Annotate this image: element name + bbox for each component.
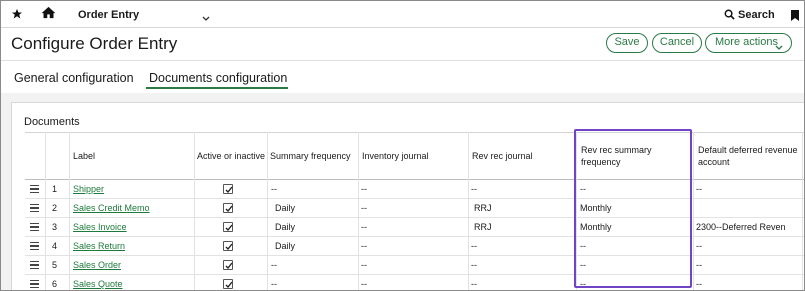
deferred-revenue-account-cell: --	[696, 241, 702, 251]
document-label[interactable]: Sales Credit Memo	[73, 203, 150, 213]
deferred-revenue-account-cell: --	[696, 279, 702, 289]
summary-frequency-cell: Daily	[275, 203, 296, 213]
documents-table: Label Active or inactive Summary frequen…	[25, 132, 804, 290]
drag-handle-icon[interactable]	[30, 223, 39, 233]
table-row: 3 Sales Invoice Daily -- RRJ Monthly 2300--Def…	[25, 218, 804, 237]
row-number: 6	[52, 279, 58, 289]
rev-rec-summary-frequency-cell: --	[580, 279, 586, 289]
active-checkbox[interactable]	[223, 279, 233, 289]
cancel-button[interactable]: Cancel	[652, 33, 702, 53]
inventory-journal-cell: --	[361, 222, 367, 232]
app-window: Order Entry Search Configure Order Entry…	[0, 0, 805, 291]
inventory-journal-cell: --	[361, 260, 367, 270]
column-header-active[interactable]: Active or inactive	[194, 132, 267, 179]
rev-rec-journal-cell: RRJ	[474, 203, 492, 213]
active-tab-indicator	[146, 87, 288, 89]
row-number: 3	[52, 222, 58, 232]
table-row: 1 Shipper -- -- -- -- --	[25, 180, 804, 199]
document-label-link[interactable]: Sales Order	[73, 256, 121, 274]
column-header-rev-rec-summary-frequency[interactable]: Rev rec summary frequency	[576, 132, 693, 179]
row-number: 1	[52, 184, 58, 194]
summary-frequency-cell: --	[271, 260, 277, 270]
inventory-journal-cell: --	[361, 241, 367, 251]
chevron-down-icon	[775, 40, 783, 57]
home-icon[interactable]	[41, 6, 56, 24]
rev-rec-summary-frequency-cell: Monthly	[580, 222, 612, 232]
active-checkbox[interactable]	[223, 222, 233, 232]
document-label[interactable]: Shipper	[73, 184, 104, 194]
section-title: Documents	[24, 116, 80, 128]
table-row: 2 Sales Credit Memo Daily -- RRJ Monthly	[25, 199, 804, 218]
rev-rec-summary-frequency-cell: --	[580, 184, 586, 194]
active-checkbox[interactable]	[223, 203, 233, 213]
bookmark-icon[interactable]	[791, 8, 799, 26]
summary-frequency-cell: Daily	[275, 241, 296, 251]
table-row: 5 Sales Order -- -- -- -- --	[25, 256, 804, 275]
more-actions-label: More actions	[715, 36, 778, 48]
document-label-link[interactable]: Sales Return	[73, 237, 125, 255]
top-nav-bar: Order Entry Search	[1, 1, 804, 28]
inventory-journal-cell: --	[361, 203, 367, 213]
column-header-rev-rec-journal[interactable]: Rev rec journal	[468, 132, 576, 179]
document-label[interactable]: Sales Quote	[73, 279, 123, 289]
deferred-revenue-account-cell: --	[696, 184, 702, 194]
rev-rec-journal-cell: --	[471, 184, 477, 194]
column-header-deferred-revenue-account[interactable]: Default deferred revenue account	[693, 132, 802, 179]
active-checkbox[interactable]	[223, 184, 233, 194]
table-row: 4 Sales Return Daily -- -- -- --	[25, 237, 804, 256]
summary-frequency-cell: --	[271, 279, 277, 289]
active-checkbox[interactable]	[223, 260, 233, 270]
search-icon[interactable]	[724, 7, 735, 25]
star-icon[interactable]	[11, 7, 23, 25]
page-title: Configure Order Entry	[11, 34, 178, 53]
document-label-link[interactable]: Sales Invoice	[73, 218, 127, 236]
column-header-inventory-journal[interactable]: Inventory journal	[358, 132, 468, 179]
summary-frequency-cell: Daily	[275, 222, 296, 232]
table-row: 6 Sales Quote -- -- -- -- --	[25, 275, 804, 290]
tab-documents-configuration[interactable]: Documents configuration	[149, 71, 287, 85]
column-header-label[interactable]: Label	[69, 132, 194, 179]
tab-general-configuration[interactable]: General configuration	[14, 71, 134, 85]
drag-handle-icon[interactable]	[30, 185, 39, 195]
rev-rec-summary-frequency-cell: Monthly	[580, 203, 612, 213]
chevron-down-icon[interactable]	[202, 9, 210, 27]
deferred-revenue-account-cell	[696, 199, 800, 217]
inventory-journal-cell: --	[361, 184, 367, 194]
document-label-link[interactable]: Shipper	[73, 180, 104, 198]
deferred-revenue-account-cell: --	[696, 260, 702, 270]
header-divider	[1, 60, 804, 61]
module-selector[interactable]: Order Entry	[78, 9, 139, 21]
deferred-revenue-account-cell: 2300--Deferred Reven	[696, 222, 786, 232]
drag-handle-icon[interactable]	[30, 261, 39, 271]
rev-rec-journal-cell: --	[471, 241, 477, 251]
document-label-link[interactable]: Sales Quote	[73, 275, 123, 290]
document-label[interactable]: Sales Order	[73, 260, 121, 270]
document-label[interactable]: Sales Return	[73, 241, 125, 251]
search-button[interactable]: Search	[738, 9, 775, 21]
drag-handle-icon[interactable]	[30, 280, 39, 290]
row-number: 5	[52, 260, 58, 270]
drag-handle-icon[interactable]	[30, 242, 39, 252]
rev-rec-journal-cell: RRJ	[474, 222, 492, 232]
rev-rec-summary-frequency-cell: --	[580, 260, 586, 270]
row-number: 2	[52, 203, 58, 213]
document-label[interactable]: Sales Invoice	[73, 222, 127, 232]
inventory-journal-cell: --	[361, 279, 367, 289]
rev-rec-summary-frequency-cell: --	[580, 241, 586, 251]
document-label-link[interactable]: Sales Credit Memo	[73, 199, 150, 217]
save-button[interactable]: Save	[606, 33, 648, 53]
summary-frequency-cell: --	[271, 184, 277, 194]
row-number: 4	[52, 241, 58, 251]
rev-rec-journal-cell: --	[471, 260, 477, 270]
active-checkbox[interactable]	[223, 241, 233, 251]
rev-rec-journal-cell: --	[471, 279, 477, 289]
drag-handle-icon[interactable]	[30, 204, 39, 214]
column-header-summary-frequency[interactable]: Summary frequency	[267, 132, 358, 179]
more-actions-button[interactable]: More actions	[705, 33, 792, 53]
